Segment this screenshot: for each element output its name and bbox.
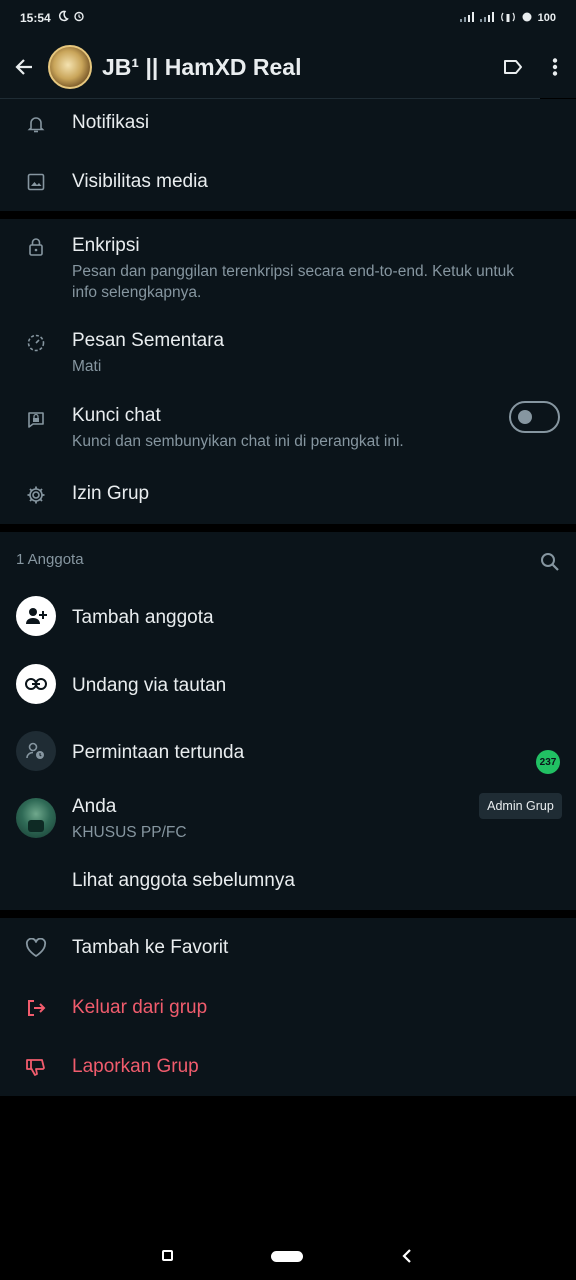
group-title[interactable]: JB¹ || HamXD Real	[102, 54, 302, 81]
more-options-button[interactable]	[534, 43, 576, 91]
chat-lock-toggle[interactable]	[509, 401, 560, 433]
notifications-label: Notifikasi	[72, 112, 150, 133]
image-icon	[24, 170, 48, 194]
encryption-subtitle: Pesan dan panggilan terenkripsi secara e…	[72, 263, 515, 301]
chat-lock-subtitle: Kunci dan sembunyikan chat ini di perang…	[72, 433, 404, 450]
invite-link-label: Undang via tautan	[72, 675, 227, 696]
view-past-members-row[interactable]: Lihat anggota sebelumnya	[0, 858, 576, 908]
pending-requests-row[interactable]: Permintaan tertunda 237	[0, 721, 576, 781]
notifications-row[interactable]: Notifikasi	[0, 99, 576, 149]
app-bar: JB¹ || HamXD Real	[0, 36, 576, 98]
avatar	[16, 798, 56, 838]
back-button[interactable]	[0, 43, 48, 91]
toggle-knob	[518, 410, 532, 424]
status-bar: 15:54 100	[0, 0, 576, 36]
chat-lock-title: Kunci chat	[72, 405, 161, 426]
pending-count-badge: 237	[536, 750, 560, 774]
disappearing-messages-title: Pesan Sementara	[72, 330, 225, 351]
do-not-disturb-icon	[57, 9, 69, 27]
chat-lock-icon	[24, 407, 48, 431]
thumbs-down-icon	[24, 1055, 48, 1079]
chevron-left-icon	[402, 1249, 411, 1263]
notification-section: Notifikasi Visibilitas media	[0, 99, 576, 211]
link-icon	[16, 664, 56, 704]
disappearing-messages-status: Mati	[72, 358, 102, 375]
pending-requests-label: Permintaan tertunda	[72, 742, 245, 763]
lock-icon	[24, 235, 48, 259]
gear-icon	[24, 483, 48, 507]
disappearing-messages-row[interactable]: Pesan Sementara Mati	[0, 316, 576, 388]
pending-person-icon	[16, 731, 56, 771]
search-members-button[interactable]	[539, 551, 563, 575]
label-icon	[504, 60, 522, 74]
system-nav-bar	[0, 1224, 576, 1280]
exit-group-label: Keluar dari grup	[72, 997, 208, 1018]
member-status: KHUSUS PP/FC	[72, 824, 187, 841]
alarm-icon	[73, 9, 85, 27]
members-count: 1 Anggota	[16, 551, 84, 568]
more-vert-icon	[552, 58, 558, 76]
heart-icon	[24, 936, 48, 960]
invite-link-row[interactable]: Undang via tautan	[0, 654, 576, 714]
member-name: Anda	[72, 796, 117, 817]
report-group-label: Laporkan Grup	[72, 1056, 199, 1077]
hotspot-icon	[500, 11, 516, 26]
media-visibility-row[interactable]: Visibilitas media	[0, 154, 576, 210]
group-avatar[interactable]	[48, 45, 92, 89]
add-person-icon	[16, 596, 56, 636]
encryption-title: Enkripsi	[72, 235, 140, 256]
add-member-label: Tambah anggota	[72, 607, 214, 628]
add-favorite-row[interactable]: Tambah ke Favorit	[0, 918, 576, 978]
search-icon	[541, 553, 559, 571]
home-button[interactable]	[271, 1251, 303, 1262]
add-favorite-label: Tambah ke Favorit	[72, 937, 229, 958]
group-permissions-row[interactable]: Izin Grup	[0, 469, 576, 521]
add-member-row[interactable]: Tambah anggota	[0, 586, 576, 646]
battery-icon	[522, 11, 532, 26]
back-arrow-icon	[15, 59, 32, 75]
members-section: 1 Anggota Tambah anggota Undang via taut…	[0, 532, 576, 910]
signal-icon	[459, 11, 474, 25]
system-back-button[interactable]	[400, 1248, 414, 1264]
signal-icon	[479, 11, 494, 25]
battery-level: 100	[537, 12, 556, 24]
recent-apps-button[interactable]	[162, 1250, 173, 1261]
timer-icon	[24, 331, 48, 355]
group-permissions-label: Izin Grup	[72, 483, 150, 504]
bell-icon	[24, 112, 48, 136]
group-actions-section: Tambah ke Favorit Keluar dari grup Lapor…	[0, 918, 576, 1096]
admin-badge: Admin Grup	[479, 793, 562, 819]
chat-lock-row[interactable]: Kunci chat Kunci dan sembunyikan chat in…	[0, 391, 576, 463]
status-time: 15:54	[20, 11, 51, 25]
encryption-row[interactable]: Enkripsi Pesan dan panggilan terenkripsi…	[0, 219, 576, 311]
report-group-row[interactable]: Laporkan Grup	[0, 1038, 576, 1096]
member-row-you[interactable]: Anda KHUSUS PP/FC Admin Grup	[0, 788, 576, 850]
media-visibility-label: Visibilitas media	[72, 171, 208, 192]
privacy-section: Enkripsi Pesan dan panggilan terenkripsi…	[0, 219, 576, 524]
view-past-members-label: Lihat anggota sebelumnya	[72, 870, 295, 891]
label-button[interactable]	[492, 43, 534, 91]
exit-icon	[24, 996, 48, 1020]
exit-group-row[interactable]: Keluar dari grup	[0, 978, 576, 1038]
